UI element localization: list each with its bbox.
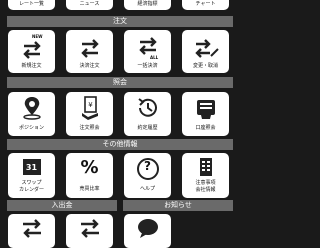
tile-label: ヘルプ — [139, 186, 155, 192]
arrows-settle-icon — [77, 36, 103, 60]
tile-execution-history[interactable]: 約定履歴 — [124, 92, 171, 136]
arrows-new-icon — [19, 36, 45, 60]
svg-text:¥: ¥ — [88, 101, 93, 109]
company-info-icon — [195, 156, 217, 178]
new-badge: NEW — [32, 34, 43, 39]
tile-notice[interactable] — [124, 214, 171, 248]
tile-label: 変更・取消 — [192, 63, 218, 69]
percent-icon: % — [80, 157, 99, 178]
section-header-order: 注文 — [7, 16, 233, 27]
transfer-arrows-icon — [19, 217, 45, 239]
tile-label: 一括決済 — [137, 63, 158, 69]
tile-label-line1: 注意事項 — [195, 180, 216, 186]
transfer-arrows-icon — [77, 217, 103, 239]
tile-deposit[interactable] — [8, 214, 55, 248]
section-header-deposit: 入出金 — [7, 200, 117, 211]
tile-label-line2: 会社情報 — [195, 187, 216, 193]
tile-label: チャート — [195, 1, 216, 7]
tile-new-order[interactable]: NEW 新規注文 — [8, 30, 55, 73]
tile-label: 口座照会 — [195, 125, 216, 131]
tile-label-line1: スワップ — [21, 180, 42, 186]
tile-label: 約定履歴 — [137, 125, 158, 131]
tile-modify-cancel[interactable]: 変更・取消 — [182, 30, 229, 73]
section-header-other-info: その他情報 — [7, 139, 233, 150]
tile-position[interactable]: ポジション — [8, 92, 55, 136]
tile-label: 売買比率 — [79, 186, 100, 192]
tile-news[interactable]: ニュース — [66, 0, 113, 10]
document-yen-icon: ¥ — [78, 95, 102, 121]
section-header-inquiry: 照会 — [7, 77, 233, 88]
help-glyph: ? — [144, 159, 151, 173]
tile-label: 注文照会 — [79, 125, 100, 131]
tile-swap-calendar[interactable]: 31 スワップ カレンダー — [8, 153, 55, 198]
tile-label: 新規注文 — [21, 63, 42, 69]
tile-order-inquiry[interactable]: ¥ 注文照会 — [66, 92, 113, 136]
tile-chart[interactable]: チャート — [182, 0, 229, 10]
tile-label: 決済注文 — [79, 63, 100, 69]
tile-trading-ratio[interactable]: % 売買比率 — [66, 153, 113, 198]
tile-label: 経済指標 — [137, 1, 158, 7]
tile-settlement-order[interactable]: 決済注文 — [66, 30, 113, 73]
tile-label: ニュース — [79, 1, 100, 7]
chat-bubble-icon — [136, 217, 160, 239]
account-wallet-icon — [193, 97, 219, 121]
tile-label: レート一覧 — [18, 1, 44, 7]
history-clock-icon — [135, 95, 161, 121]
tile-bulk-settlement[interactable]: ALL 一括決済 — [124, 30, 171, 73]
tile-rate-list[interactable]: レート一覧 — [8, 0, 55, 10]
arrows-edit-icon — [193, 36, 219, 60]
calendar-day: 31 — [25, 163, 38, 172]
tile-notes-company-info[interactable]: 注意事項 会社情報 — [182, 153, 229, 198]
tile-label: ポジション — [18, 125, 44, 131]
tile-economic-indicators[interactable]: 経済指標 — [124, 0, 171, 10]
section-header-notice: お知らせ — [123, 200, 233, 211]
tile-label-line2: カレンダー — [18, 187, 44, 193]
location-pin-icon — [20, 95, 44, 121]
tile-withdrawal[interactable] — [66, 214, 113, 248]
tile-account-inquiry[interactable]: 口座照会 — [182, 92, 229, 136]
all-badge: ALL — [150, 55, 159, 60]
tile-help[interactable]: ? ヘルプ — [124, 153, 171, 198]
